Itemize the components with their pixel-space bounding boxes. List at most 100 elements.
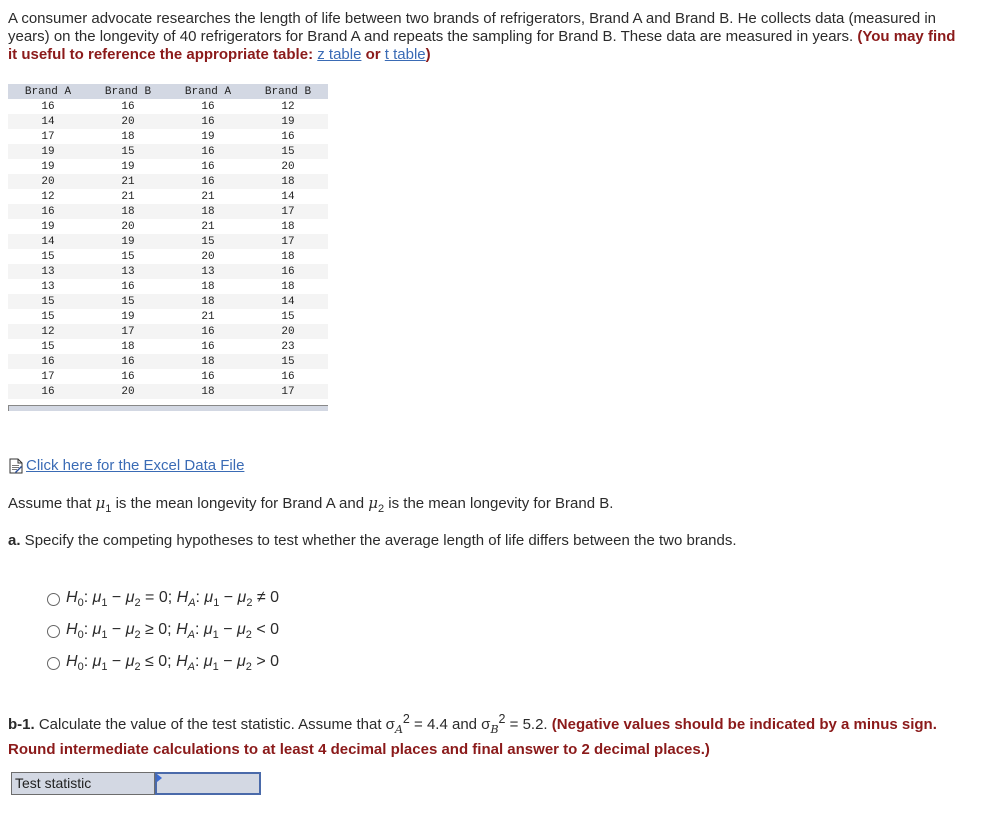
- table-row: 14 20 16 19: [8, 114, 328, 129]
- problem-intro: A consumer advocate researches the lengt…: [8, 10, 968, 64]
- question-b1: b-1. Calculate the value of the test sta…: [8, 712, 937, 758]
- table-cell: 16: [121, 370, 135, 383]
- table-cell: 15: [41, 310, 55, 323]
- hypothesis-options: H0: μ1 − μ2 = 0; HA: μ1 − μ2 ≠ 0 H0: μ1 −…: [47, 583, 279, 679]
- table-cell: 18: [281, 280, 295, 293]
- radio-button[interactable]: [47, 592, 60, 606]
- table-row: 16 16 18 15: [8, 354, 328, 369]
- table-cell: 16: [8, 384, 88, 399]
- table-cell: 16: [201, 370, 215, 383]
- table-cell: 16: [201, 160, 215, 173]
- table-row: 12 17 16 20: [8, 324, 328, 339]
- table-cell: 17: [41, 370, 55, 383]
- hypothesis-option[interactable]: H0: μ1 − μ2 ≤ 0; HA: μ1 − μ2 > 0: [47, 647, 279, 679]
- table-cell: 21: [88, 174, 168, 189]
- table-cell: 21: [201, 310, 215, 323]
- file-icon: [9, 458, 23, 473]
- table-cell: 12: [281, 100, 295, 113]
- column-header: Brand A: [168, 84, 248, 99]
- table-cell: 18: [168, 294, 248, 309]
- table-cell: 19: [41, 220, 55, 233]
- z-table-link[interactable]: z table: [317, 46, 361, 63]
- table-cell: 16: [168, 174, 248, 189]
- answer-row: Test statistic: [11, 772, 261, 795]
- table-cell: 16: [8, 354, 88, 369]
- table-cell: 19: [201, 130, 215, 143]
- table-cell: 19: [88, 234, 168, 249]
- intro-text: A consumer advocate researches the lengt…: [8, 10, 937, 45]
- table-cell: 13: [8, 264, 88, 279]
- table-scrollbar[interactable]: [8, 405, 328, 411]
- table-cell: 16: [201, 340, 215, 353]
- radio-button[interactable]: [47, 656, 60, 670]
- hypothesis-option[interactable]: H0: μ1 − μ2 ≥ 0; HA: μ1 − μ2 < 0: [47, 615, 279, 647]
- hypothesis-text: H0: μ1 − μ2 ≤ 0; HA: μ1 − μ2 > 0: [66, 652, 280, 674]
- table-cell: 16: [281, 370, 295, 383]
- table-cell: 12: [41, 190, 55, 203]
- table-body: 16 16 16 12 14 20 16 19 17 18 19 16 19 15 16 15 19 19 16 20…: [8, 99, 328, 399]
- table-cell: 17: [248, 234, 328, 249]
- table-cell: 15: [121, 250, 135, 263]
- table-cell: 17: [41, 130, 55, 143]
- table-cell: 18: [281, 220, 295, 233]
- table-cell: 19: [41, 160, 55, 173]
- table-cell: 19: [248, 114, 328, 129]
- table-cell: 15: [8, 294, 88, 309]
- table-cell: 16: [41, 100, 55, 113]
- test-statistic-label: Test statistic: [11, 772, 155, 795]
- table-cell: 15: [281, 310, 295, 323]
- table-cell: 20: [121, 220, 135, 233]
- table-cell: 14: [248, 294, 328, 309]
- table-cell: 21: [201, 190, 215, 203]
- table-row: 16 20 18 17: [8, 384, 328, 399]
- table-row: 16 16 16 12: [8, 99, 328, 114]
- table-cell: 16: [121, 280, 135, 293]
- table-row: 14 19 15 17: [8, 234, 328, 249]
- test-statistic-input[interactable]: [155, 772, 261, 795]
- excel-link-text[interactable]: Click here for the Excel Data File: [26, 457, 244, 474]
- table-cell: 17: [88, 324, 168, 339]
- column-header: Brand A: [8, 84, 88, 99]
- table-cell: 15: [41, 340, 55, 353]
- question-a-label: a.: [8, 532, 21, 549]
- table-cell: 19: [121, 310, 135, 323]
- table-cell: 13: [41, 280, 55, 293]
- column-header: Brand B: [88, 84, 168, 99]
- table-cell: 15: [248, 144, 328, 159]
- table-cell: 23: [281, 340, 295, 353]
- table-cell: 13: [168, 264, 248, 279]
- table-row: 15 18 16 23: [8, 339, 328, 354]
- table-cell: 14: [8, 114, 88, 129]
- table-cell: 20: [8, 174, 88, 189]
- table-cell: 15: [88, 294, 168, 309]
- table-row: 19 20 21 18: [8, 219, 328, 234]
- table-cell: 15: [168, 234, 248, 249]
- table-cell: 13: [88, 264, 168, 279]
- table-cell: 16: [168, 144, 248, 159]
- table-cell: 16: [168, 114, 248, 129]
- table-header-row: Brand A Brand B Brand A Brand B: [8, 84, 328, 99]
- table-row: 15 15 20 18: [8, 249, 328, 264]
- hypothesis-option[interactable]: H0: μ1 − μ2 = 0; HA: μ1 − μ2 ≠ 0: [47, 583, 279, 615]
- table-cell: 16: [201, 100, 215, 113]
- table-cell: 16: [168, 324, 248, 339]
- hypothesis-text: H0: μ1 − μ2 = 0; HA: μ1 − μ2 ≠ 0: [66, 588, 280, 610]
- table-cell: 17: [248, 204, 328, 219]
- table-row: 16 18 18 17: [8, 204, 328, 219]
- table-cell: 18: [168, 354, 248, 369]
- table-row: 20 21 16 18: [8, 174, 328, 189]
- t-table-link[interactable]: t table: [385, 46, 426, 63]
- table-cell: 18: [248, 174, 328, 189]
- table-cell: 21: [121, 190, 135, 203]
- excel-data-link[interactable]: Click here for the Excel Data File: [8, 457, 244, 474]
- table-cell: 18: [121, 340, 135, 353]
- table-cell: 15: [248, 354, 328, 369]
- radio-button[interactable]: [47, 624, 60, 638]
- table-cell: 18: [281, 250, 295, 263]
- table-cell: 16: [8, 204, 88, 219]
- table-cell: 18: [121, 130, 135, 143]
- table-row: 17 16 16 16: [8, 369, 328, 384]
- table-cell: 12: [8, 324, 88, 339]
- column-header: Brand B: [248, 84, 328, 99]
- table-row: 15 19 21 15: [8, 309, 328, 324]
